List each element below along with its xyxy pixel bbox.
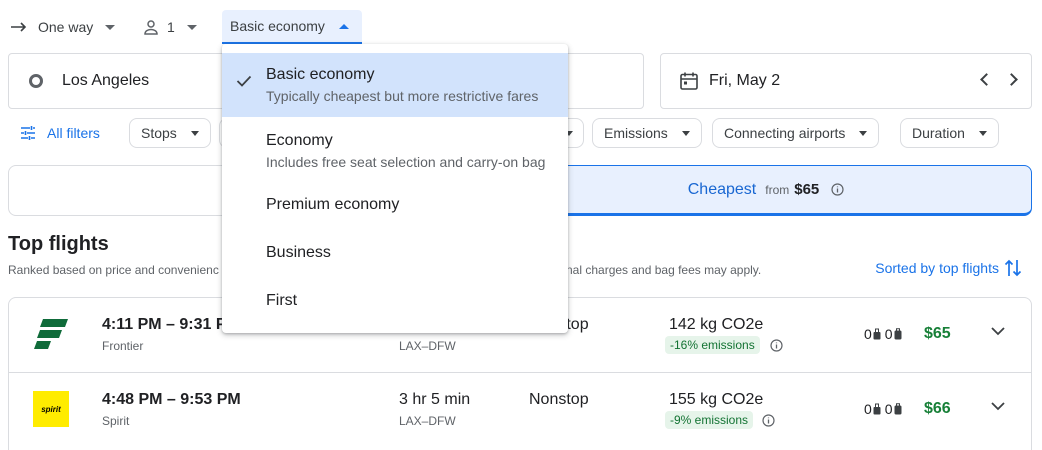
flight-route: LAX–DFW bbox=[399, 339, 456, 353]
emissions-chip-label: Emissions bbox=[604, 125, 668, 141]
flight-price: $65 bbox=[924, 325, 951, 342]
top-flights-heading: Top flights bbox=[8, 233, 109, 255]
expand-chevron-icon[interactable] bbox=[991, 401, 1005, 411]
flight-row[interactable]: spirit 4:48 PM – 9:53 PM Spirit 3 hr 5 m… bbox=[9, 373, 1031, 448]
cheapest-from-label: from bbox=[765, 182, 790, 197]
menu-item-label: Basic economy bbox=[266, 66, 375, 83]
emissions-badge: -9% emissions bbox=[665, 411, 754, 429]
fees-note: nal charges and bag fees may apply. bbox=[566, 263, 762, 277]
checked-bag-icon bbox=[894, 403, 902, 415]
cheapest-price: $65 bbox=[794, 181, 820, 198]
caret-up-icon bbox=[338, 23, 349, 29]
all-filters-button[interactable]: All filters bbox=[20, 118, 100, 148]
caret-down-icon bbox=[859, 130, 868, 136]
origin-circle-icon bbox=[29, 74, 43, 88]
chevron-right-icon bbox=[1005, 73, 1018, 86]
frontier-logo bbox=[33, 317, 69, 353]
connecting-airports-chip-label: Connecting airports bbox=[724, 125, 846, 141]
chevron-left-icon bbox=[980, 73, 993, 86]
menu-item-business[interactable]: Business bbox=[222, 229, 568, 277]
stops-chip-label: Stops bbox=[141, 125, 177, 141]
emissions-badge: -16% emissions bbox=[665, 336, 760, 354]
previous-date-button[interactable] bbox=[979, 73, 993, 86]
calendar-icon bbox=[679, 71, 699, 91]
tune-icon bbox=[20, 126, 36, 140]
sort-arrows-icon bbox=[1004, 258, 1022, 278]
menu-item-description: Typically cheapest but more restrictive … bbox=[266, 88, 539, 104]
menu-item-label: Premium economy bbox=[266, 196, 400, 213]
cheapest-tab-label: Cheapest bbox=[687, 180, 757, 198]
duration-chip-label: Duration bbox=[912, 125, 965, 141]
caret-down-icon bbox=[190, 130, 199, 136]
menu-item-first[interactable]: First bbox=[222, 277, 568, 325]
spirit-logo: spirit bbox=[33, 391, 69, 427]
person-icon bbox=[143, 19, 159, 35]
bag-allowance: 0 0 bbox=[864, 326, 906, 342]
carry-on-bag-icon bbox=[873, 403, 881, 415]
departure-date: Fri, May 2 bbox=[709, 72, 781, 89]
flight-times: 4:48 PM – 9:53 PM bbox=[102, 391, 241, 408]
all-filters-label: All filters bbox=[47, 125, 100, 141]
duration-filter-chip[interactable]: Duration bbox=[900, 118, 999, 148]
trip-type-select[interactable]: One way bbox=[10, 10, 128, 44]
menu-item-label: Business bbox=[266, 244, 331, 261]
caret-down-icon bbox=[681, 130, 690, 136]
cabin-class-select[interactable]: Basic economy bbox=[222, 10, 362, 44]
caret-down-icon bbox=[186, 24, 197, 30]
info-icon[interactable] bbox=[831, 183, 844, 196]
co2-amount: 142 kg CO2e bbox=[669, 316, 764, 333]
emissions-filter-chip[interactable]: Emissions bbox=[592, 118, 702, 148]
carry-on-count: 0 bbox=[864, 401, 872, 417]
caret-down-icon bbox=[978, 130, 987, 136]
airline-name: Frontier bbox=[102, 339, 144, 353]
co2-amount: 155 kg CO2e bbox=[669, 391, 764, 408]
info-icon[interactable] bbox=[762, 414, 775, 427]
stops-filter-chip[interactable]: Stops bbox=[129, 118, 211, 148]
connecting-airports-filter-chip[interactable]: Connecting airports bbox=[712, 118, 880, 148]
expand-chevron-icon[interactable] bbox=[991, 326, 1005, 336]
passenger-count: 1 bbox=[167, 19, 175, 35]
bag-allowance: 0 0 bbox=[864, 401, 906, 417]
menu-item-label: Economy bbox=[266, 132, 333, 149]
menu-item-basic-economy[interactable]: Basic economy Typically cheapest but mor… bbox=[222, 53, 568, 117]
flight-price: $66 bbox=[924, 400, 951, 417]
airline-name: Spirit bbox=[102, 414, 130, 428]
sort-button[interactable]: Sorted by top flights bbox=[875, 258, 1022, 278]
flight-stops: Nonstop bbox=[529, 391, 589, 408]
menu-item-description: Includes free seat selection and carry-o… bbox=[266, 154, 546, 170]
menu-item-premium-economy[interactable]: Premium economy bbox=[222, 181, 568, 229]
cheapest-tab[interactable]: Cheapest from $65 bbox=[520, 165, 1032, 216]
passengers-select[interactable]: 1 bbox=[143, 10, 213, 44]
departure-date-field[interactable]: Fri, May 2 bbox=[660, 53, 1032, 109]
carry-on-count: 0 bbox=[864, 326, 872, 342]
ranking-note: Ranked based on price and convenienc bbox=[8, 263, 219, 277]
flight-route: LAX–DFW bbox=[399, 414, 456, 428]
flight-times: 4:11 PM – 9:31 PM bbox=[102, 316, 240, 333]
checked-bag-count: 0 bbox=[884, 326, 893, 342]
menu-item-label: First bbox=[266, 292, 298, 309]
spirit-logo-text: spirit bbox=[41, 404, 61, 414]
next-date-button[interactable] bbox=[1005, 73, 1018, 86]
checked-bag-icon bbox=[894, 328, 902, 340]
cabin-class-menu: Basic economy Typically cheapest but mor… bbox=[222, 44, 568, 333]
carry-on-bag-icon bbox=[873, 328, 881, 340]
menu-item-economy[interactable]: Economy Includes free seat selection and… bbox=[222, 117, 568, 181]
check-icon bbox=[236, 75, 252, 87]
trip-type-label: One way bbox=[38, 19, 94, 35]
flight-duration: 3 hr 5 min bbox=[399, 391, 471, 408]
info-icon[interactable] bbox=[770, 339, 783, 352]
cabin-class-label: Basic economy bbox=[230, 18, 325, 34]
arrow-right-icon bbox=[10, 21, 28, 33]
sort-label: Sorted by top flights bbox=[875, 260, 999, 276]
checked-bag-count: 0 bbox=[884, 401, 893, 417]
origin-value: Los Angeles bbox=[62, 72, 150, 89]
caret-down-icon bbox=[105, 24, 116, 30]
